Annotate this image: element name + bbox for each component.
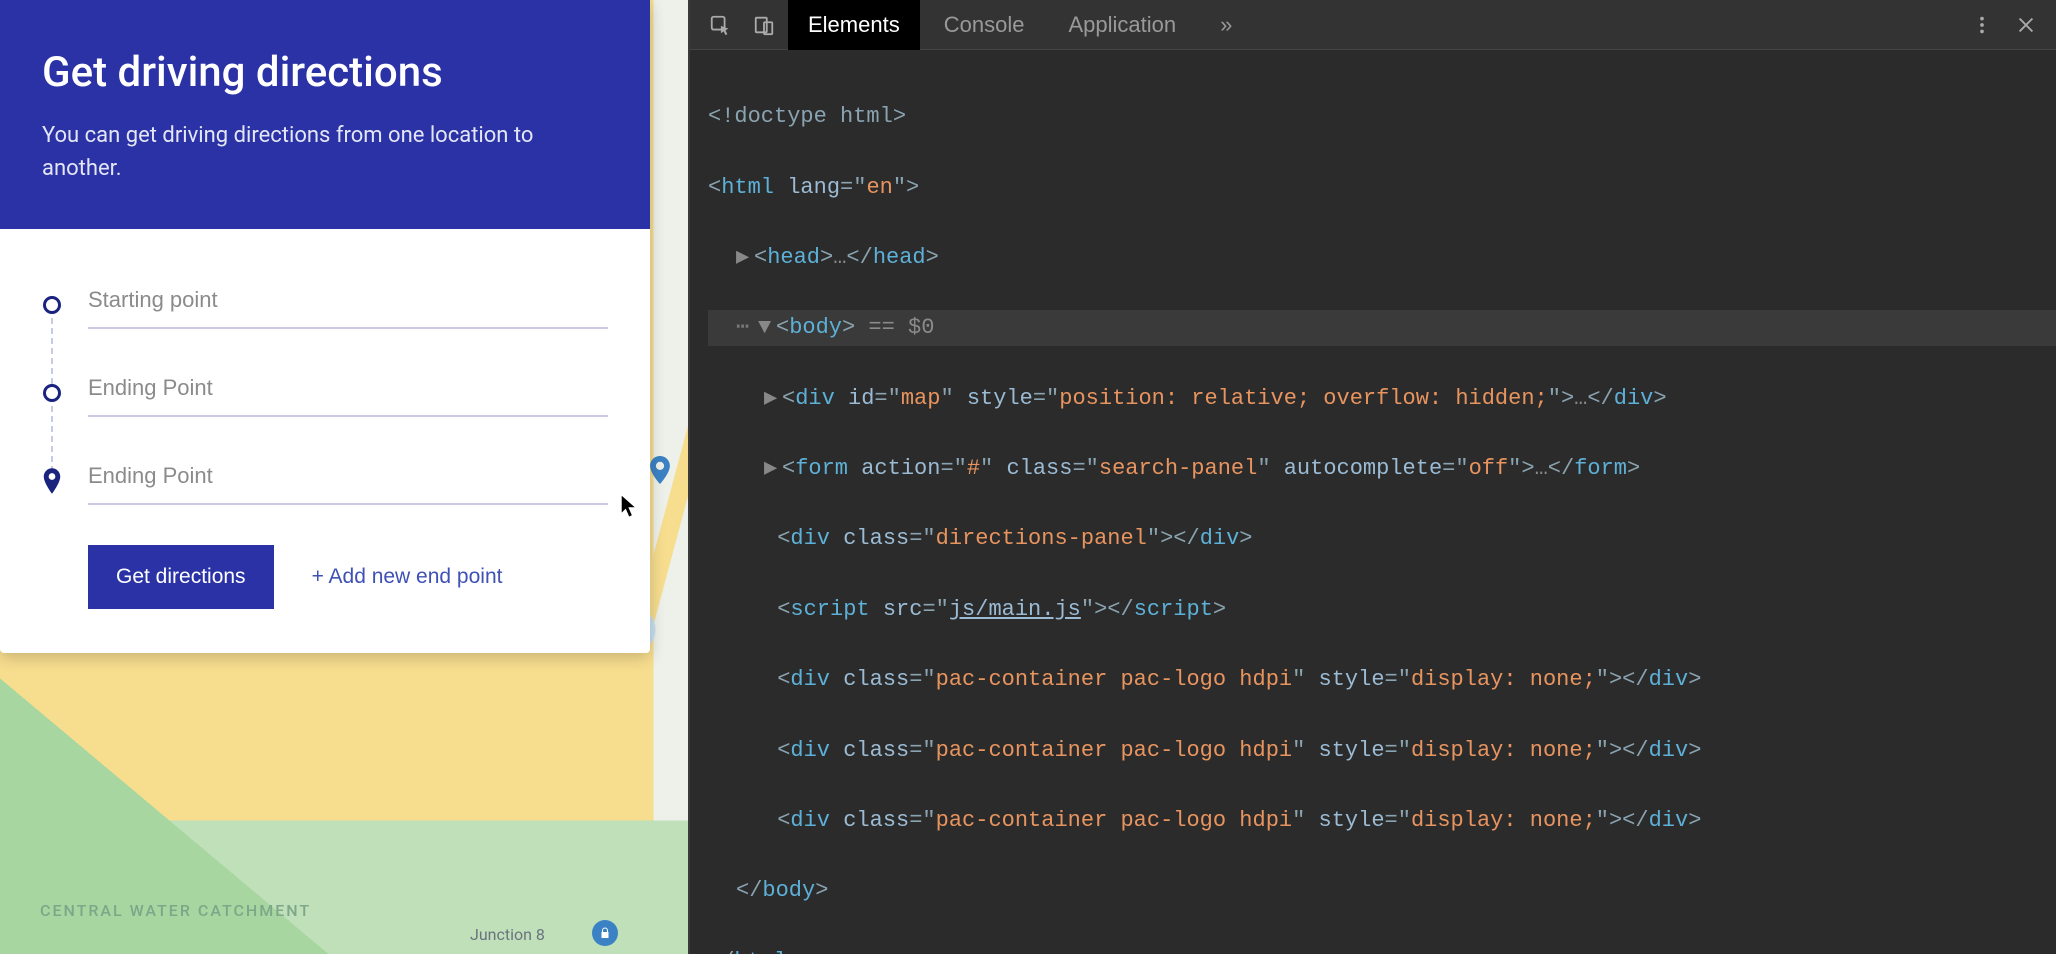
destination-marker-icon — [42, 468, 62, 494]
add-endpoint-button[interactable]: + Add new end point — [312, 565, 503, 589]
inspect-element-icon[interactable] — [700, 5, 740, 45]
panel-actions: Get directions + Add new end point — [88, 545, 608, 609]
waypoint-marker-icon — [42, 384, 62, 402]
devtools-menu-icon[interactable] — [1962, 5, 2002, 45]
origin-input[interactable] — [88, 281, 608, 329]
devtools-pane: Elements Console Application » <!doctype… — [688, 0, 2056, 954]
map-label-secondary: Junction 8 — [470, 925, 545, 944]
get-directions-button[interactable]: Get directions — [88, 545, 274, 609]
toggle-device-icon[interactable] — [744, 5, 784, 45]
panel-body: Get directions + Add new end point — [0, 229, 650, 653]
map-label-primary: CENTRAL WATER CATCHMENT — [40, 901, 311, 920]
tab-application[interactable]: Application — [1048, 0, 1196, 50]
waypoint-row — [42, 369, 608, 417]
selected-node[interactable]: ⋯▼<body> == $0 — [708, 310, 2056, 345]
tab-elements[interactable]: Elements — [788, 0, 920, 50]
close-devtools-icon[interactable] — [2006, 5, 2046, 45]
panel-header: Get driving directions You can get drivi… — [0, 0, 650, 229]
devtools-tabbar: Elements Console Application » — [690, 0, 2056, 50]
tabs-overflow[interactable]: » — [1200, 0, 1252, 50]
waypoint-row — [42, 457, 608, 505]
page-subtitle: You can get driving directions from one … — [42, 119, 608, 185]
destination-input[interactable] — [88, 457, 608, 505]
origin-marker-icon — [42, 296, 62, 314]
waypoint-row — [42, 281, 608, 329]
waypoint-input[interactable] — [88, 369, 608, 417]
src-doctype: <!doctype html> — [708, 104, 906, 129]
map-marker-icon — [650, 456, 670, 476]
elements-source-tree[interactable]: <!doctype html> <html lang="en"> ▶<head>… — [690, 50, 2056, 954]
lock-badge-icon — [592, 920, 618, 946]
tab-console[interactable]: Console — [924, 0, 1045, 50]
page-title: Get driving directions — [42, 48, 608, 97]
app-pane: CENTRAL WATER CATCHMENT Junction 8 Get d… — [0, 0, 688, 954]
search-panel: Get driving directions You can get drivi… — [0, 0, 650, 653]
